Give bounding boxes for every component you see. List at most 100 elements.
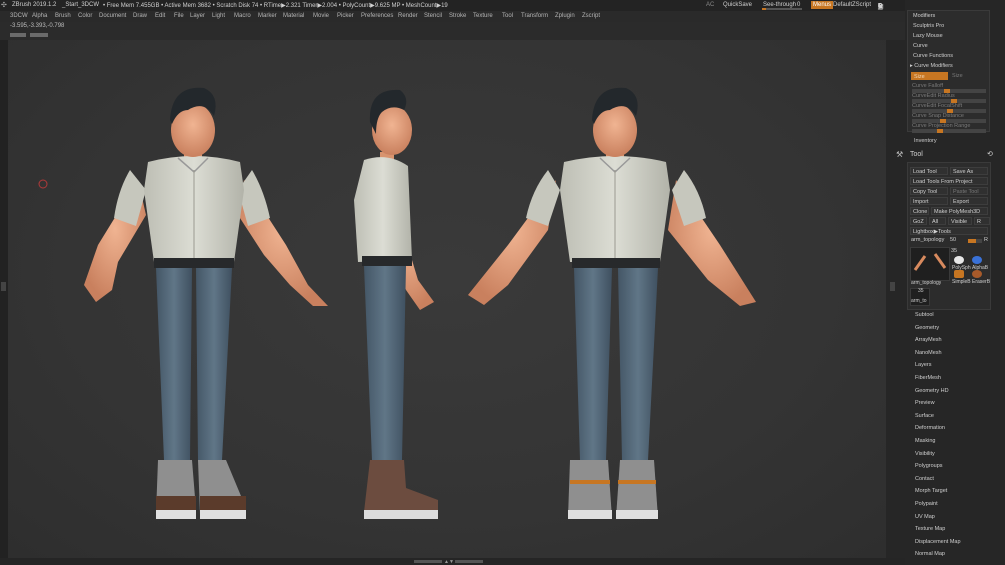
size-toggle[interactable]: Size [952, 73, 963, 79]
bottom-tray-handle-right[interactable] [455, 560, 483, 563]
tool-button-goz[interactable]: GoZ [910, 217, 927, 225]
menu-material[interactable]: Material [283, 13, 304, 19]
menu-3dcw[interactable]: 3DCW [10, 13, 28, 19]
subpalette-preview[interactable]: Preview [915, 400, 935, 406]
tool-button-lightbox-tools[interactable]: Lightbox▶Tools [910, 227, 988, 235]
subpalette-displacement-map[interactable]: Displacement Map [915, 539, 961, 545]
refresh-icon[interactable]: ⟲ [987, 150, 993, 158]
menu-preferences[interactable]: Preferences [361, 13, 393, 19]
stroke-item-sculptris-pro[interactable]: Sculptris Pro [913, 23, 944, 29]
polysphere-icon[interactable] [954, 256, 964, 264]
subpalette-contact[interactable]: Contact [915, 476, 934, 482]
tool-button-export[interactable]: Export [950, 197, 988, 205]
menu-zscript[interactable]: Zscript [582, 13, 600, 19]
menu-file[interactable]: File [174, 13, 184, 19]
thumbnail-label-3[interactable]: SimpleB [952, 279, 971, 285]
subpalette-normal-map[interactable]: Normal Map [915, 551, 945, 557]
subpalette-arraymesh[interactable]: ArrayMesh [915, 337, 942, 343]
subpalette-polygroups[interactable]: Polygroups [915, 463, 943, 469]
subpalette-morph-target[interactable]: Morph Target [915, 488, 947, 494]
side-view-figure[interactable] [354, 89, 438, 519]
menu-macro[interactable]: Macro [234, 13, 251, 19]
menu-zplugin[interactable]: Zplugin [555, 13, 575, 19]
tool-button-load-tools-from-project[interactable]: Load Tools From Project [910, 177, 988, 185]
subpalette-fibermesh[interactable]: FiberMesh [915, 375, 941, 381]
menus-button[interactable]: Menus [811, 1, 834, 9]
current-tool-slider[interactable] [968, 239, 982, 243]
quicksave-button[interactable]: QuickSave [723, 2, 752, 8]
front-view-textured-figure[interactable] [468, 87, 756, 519]
menu-tool[interactable]: Tool [502, 13, 513, 19]
subpalette-masking[interactable]: Masking [915, 438, 935, 444]
alpha-brush-icon[interactable] [972, 256, 982, 264]
stroke-item-modifiers[interactable]: Modifiers [913, 13, 935, 19]
right-tray-handle[interactable] [890, 282, 895, 291]
small-thumbnail-label[interactable]: arm_to [911, 298, 927, 304]
zbrush-logo-icon[interactable]: ✣ [1, 1, 7, 9]
bottom-tray-arrows-icon[interactable]: ▲▼ [444, 559, 454, 565]
menu-brush[interactable]: Brush [55, 13, 71, 19]
menu-document[interactable]: Document [99, 13, 126, 19]
subpalette-polypaint[interactable]: Polypaint [915, 501, 938, 507]
menu-stencil[interactable]: Stencil [424, 13, 442, 19]
subpalette-texture-map[interactable]: Texture Map [915, 526, 945, 532]
front-view-figure[interactable] [84, 87, 328, 519]
stroke-item-curve-functions[interactable]: Curve Functions [913, 53, 953, 59]
thumbnail-label-2[interactable]: AlphaB [972, 265, 988, 271]
subpalette-visibility[interactable]: Visibility [915, 451, 935, 457]
tool-button-copy-tool[interactable]: Copy Tool [910, 187, 948, 195]
menu-movie[interactable]: Movie [313, 13, 329, 19]
current-tool-name[interactable]: arm_topology [911, 237, 944, 243]
stroke-item-curve[interactable]: Curve [913, 43, 928, 49]
subpalette-uv-map[interactable]: UV Map [915, 514, 935, 520]
close-icon[interactable]: ✕ [878, 3, 883, 10]
tool-palette-title[interactable]: Tool [910, 151, 923, 158]
see-through-slider[interactable] [762, 8, 802, 10]
tool-button-all[interactable]: All [929, 217, 946, 225]
menu-edit[interactable]: Edit [155, 13, 165, 19]
menu-alpha[interactable]: Alpha [32, 13, 47, 19]
stroke-slider-4[interactable] [912, 129, 986, 133]
tool-button-visible[interactable]: Visible [948, 217, 972, 225]
current-tool-r[interactable]: R [984, 237, 988, 243]
document-canvas[interactable] [8, 40, 886, 558]
size-toggle-active[interactable]: Size [911, 72, 948, 80]
simple-brush-icon[interactable] [954, 270, 964, 278]
tool-button-make-polymesh3d[interactable]: Make PolyMesh3D [931, 207, 988, 215]
thumbnail-label-1[interactable]: PolySph [952, 265, 971, 271]
tool-button-r[interactable]: R [974, 217, 990, 225]
subpalette-geometry-hd[interactable]: Geometry HD [915, 388, 949, 394]
menu-texture[interactable]: Texture [473, 13, 493, 19]
thumbnail-label-4[interactable]: EraserB [972, 279, 990, 285]
tool-button-paste-tool[interactable]: Paste Tool [950, 187, 988, 195]
eraser-brush-icon[interactable] [972, 270, 982, 278]
current-tool-thumbnail[interactable] [910, 247, 950, 281]
menu-marker[interactable]: Marker [258, 13, 277, 19]
bottom-tray-handle-left[interactable] [414, 560, 442, 563]
menu-picker[interactable]: Picker [337, 13, 354, 19]
menu-light[interactable]: Light [212, 13, 225, 19]
subpalette-deformation[interactable]: Deformation [915, 425, 945, 431]
tool-button-import[interactable]: Import [910, 197, 948, 205]
subpalette-surface[interactable]: Surface [915, 413, 934, 419]
left-tray-handle[interactable] [1, 282, 6, 291]
stroke-item-lazy-mouse[interactable]: Lazy Mouse [913, 33, 943, 39]
thumbnail-label-0[interactable]: arm_topology [911, 280, 941, 286]
tool-button-clone[interactable]: Clone [910, 207, 929, 215]
subpalette-layers[interactable]: Layers [915, 362, 932, 368]
menu-layer[interactable]: Layer [190, 13, 205, 19]
default-zscript-button[interactable]: DefaultZScript [833, 2, 871, 8]
menu-draw[interactable]: Draw [133, 13, 147, 19]
stroke-item-curve-modifiers[interactable]: ▸ Curve Modifiers [910, 63, 953, 69]
character-model-views[interactable] [8, 40, 886, 558]
tool-button-load-tool[interactable]: Load Tool [910, 167, 948, 175]
inventory-button[interactable]: Inventory [914, 138, 937, 144]
tool-button-save-as[interactable]: Save As [950, 167, 988, 175]
menu-stroke[interactable]: Stroke [449, 13, 466, 19]
quick-slider-1[interactable] [10, 33, 26, 37]
subpalette-geometry[interactable]: Geometry [915, 325, 939, 331]
quick-slider-2[interactable] [30, 33, 48, 37]
subpalette-subtool[interactable]: Subtool [915, 312, 934, 318]
menu-color[interactable]: Color [78, 13, 92, 19]
menu-render[interactable]: Render [398, 13, 418, 19]
